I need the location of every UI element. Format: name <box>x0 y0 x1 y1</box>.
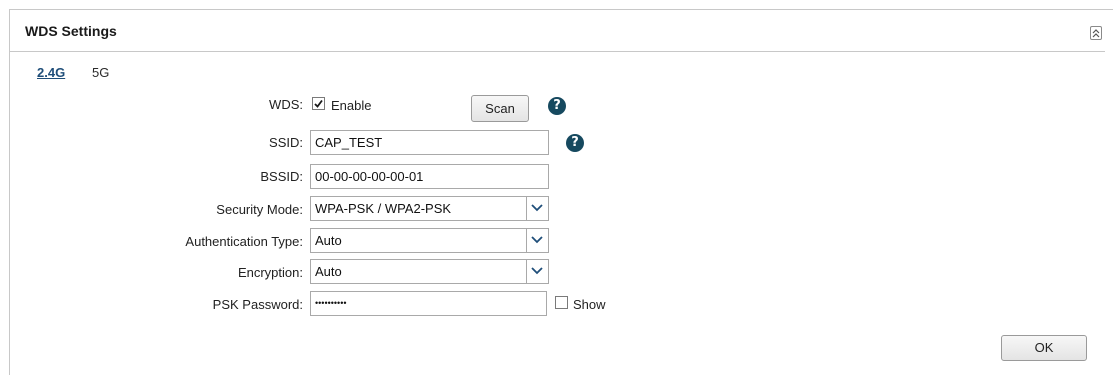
psk-password-label: PSK Password: <box>212 297 303 312</box>
encryption-select[interactable]: Auto <box>310 259 549 284</box>
panel-title: WDS Settings <box>25 23 117 39</box>
security-mode-dropdown[interactable] <box>526 197 548 220</box>
encryption-value: Auto <box>315 264 342 279</box>
tab-5g[interactable]: 5G <box>92 65 109 80</box>
bssid-input[interactable]: 00-00-00-00-00-01 <box>310 164 549 189</box>
checkmark-icon <box>314 99 323 108</box>
security-mode-select[interactable]: WPA-PSK / WPA2-PSK <box>310 196 549 221</box>
auth-type-select[interactable]: Auto <box>310 228 549 253</box>
ssid-label: SSID: <box>269 135 303 150</box>
ok-button[interactable]: OK <box>1001 335 1087 361</box>
security-mode-label: Security Mode: <box>216 202 303 217</box>
ssid-help-icon[interactable]: ? <box>566 134 584 152</box>
auth-type-value: Auto <box>315 233 342 248</box>
ssid-input[interactable]: CAP_TEST <box>310 130 549 155</box>
auth-type-dropdown[interactable] <box>526 229 548 252</box>
double-chevron-up-icon <box>1092 29 1100 38</box>
auth-type-label: Authentication Type: <box>185 234 303 249</box>
collapse-panel-button[interactable] <box>1090 26 1102 40</box>
show-password-label: Show <box>573 297 606 312</box>
wds-settings-panel: WDS Settings 2.4G 5G <box>9 9 1113 375</box>
panel-header: WDS Settings <box>10 10 1105 52</box>
encryption-dropdown[interactable] <box>526 260 548 283</box>
chevron-down-icon <box>531 236 543 244</box>
wds-enable-label: Enable <box>331 98 372 113</box>
tab-2-4g[interactable]: 2.4G <box>37 65 65 80</box>
security-mode-value: WPA-PSK / WPA2-PSK <box>315 201 452 216</box>
scan-button[interactable]: Scan <box>471 95 529 122</box>
chevron-down-icon <box>531 267 543 275</box>
chevron-down-icon <box>531 204 543 212</box>
show-password-checkbox[interactable] <box>555 296 568 309</box>
bssid-label: BSSID: <box>260 169 303 184</box>
wds-label: WDS: <box>269 97 303 112</box>
wds-help-icon[interactable]: ? <box>548 97 566 115</box>
encryption-label: Encryption: <box>237 265 303 280</box>
psk-password-input[interactable]: •••••••••• <box>310 291 547 316</box>
wds-enable-checkbox[interactable] <box>312 97 325 110</box>
